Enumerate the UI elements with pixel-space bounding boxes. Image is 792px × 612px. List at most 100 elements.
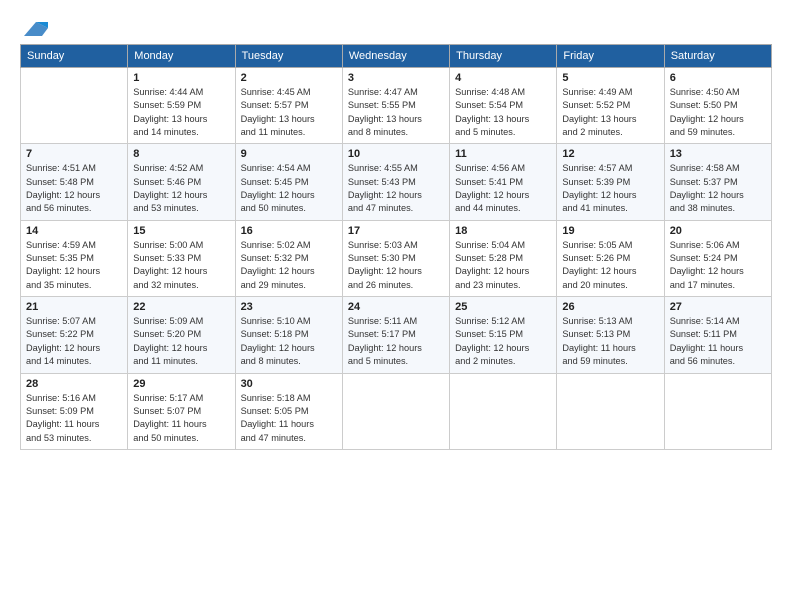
calendar-cell: 12 Sunrise: 4:57 AMSunset: 5:39 PMDayligh… bbox=[557, 144, 664, 220]
calendar-cell: 28 Sunrise: 5:16 AMSunset: 5:09 PMDayligh… bbox=[21, 373, 128, 449]
day-number: 1 bbox=[133, 72, 229, 84]
day-number: 5 bbox=[562, 72, 658, 84]
calendar-cell: 8 Sunrise: 4:52 AMSunset: 5:46 PMDaylight… bbox=[128, 144, 235, 220]
day-info: Sunrise: 5:07 AMSunset: 5:22 PMDaylight:… bbox=[26, 315, 122, 368]
weekday-header: Tuesday bbox=[235, 45, 342, 68]
logo-icon bbox=[22, 18, 50, 38]
weekday-header: Sunday bbox=[21, 45, 128, 68]
day-info: Sunrise: 5:02 AMSunset: 5:32 PMDaylight:… bbox=[241, 239, 337, 292]
day-info: Sunrise: 4:57 AMSunset: 5:39 PMDaylight:… bbox=[562, 162, 658, 215]
calendar-cell: 21 Sunrise: 5:07 AMSunset: 5:22 PMDayligh… bbox=[21, 297, 128, 373]
day-info: Sunrise: 5:09 AMSunset: 5:20 PMDaylight:… bbox=[133, 315, 229, 368]
calendar-cell: 26 Sunrise: 5:13 AMSunset: 5:13 PMDayligh… bbox=[557, 297, 664, 373]
day-info: Sunrise: 4:50 AMSunset: 5:50 PMDaylight:… bbox=[670, 86, 766, 139]
day-info: Sunrise: 5:10 AMSunset: 5:18 PMDaylight:… bbox=[241, 315, 337, 368]
calendar-cell: 25 Sunrise: 5:12 AMSunset: 5:15 PMDayligh… bbox=[450, 297, 557, 373]
day-info: Sunrise: 5:05 AMSunset: 5:26 PMDaylight:… bbox=[562, 239, 658, 292]
calendar-cell: 14 Sunrise: 4:59 AMSunset: 5:35 PMDayligh… bbox=[21, 220, 128, 296]
day-number: 20 bbox=[670, 225, 766, 237]
calendar-cell: 30Sunrise: 5:18 AMSunset: 5:05 PMDayligh… bbox=[235, 373, 342, 449]
day-number: 14 bbox=[26, 225, 122, 237]
day-info: Sunrise: 5:04 AMSunset: 5:28 PMDaylight:… bbox=[455, 239, 551, 292]
calendar-cell: 5 Sunrise: 4:49 AMSunset: 5:52 PMDaylight… bbox=[557, 68, 664, 144]
calendar-week-row: 7Sunrise: 4:51 AMSunset: 5:48 PMDaylight… bbox=[21, 144, 772, 220]
day-info: Sunrise: 5:03 AMSunset: 5:30 PMDaylight:… bbox=[348, 239, 444, 292]
day-info: Sunrise: 5:06 AMSunset: 5:24 PMDaylight:… bbox=[670, 239, 766, 292]
day-number: 16 bbox=[241, 225, 337, 237]
day-info: Sunrise: 4:52 AMSunset: 5:46 PMDaylight:… bbox=[133, 162, 229, 215]
calendar-table: SundayMondayTuesdayWednesdayThursdayFrid… bbox=[20, 44, 772, 450]
calendar-week-row: 28 Sunrise: 5:16 AMSunset: 5:09 PMDayligh… bbox=[21, 373, 772, 449]
calendar-cell: 16 Sunrise: 5:02 AMSunset: 5:32 PMDayligh… bbox=[235, 220, 342, 296]
day-number: 10 bbox=[348, 148, 444, 160]
logo bbox=[20, 18, 50, 34]
calendar-cell: 29Sunrise: 5:17 AMSunset: 5:07 PMDayligh… bbox=[128, 373, 235, 449]
calendar-cell: 10Sunrise: 4:55 AMSunset: 5:43 PMDayligh… bbox=[342, 144, 449, 220]
calendar-cell: 17 Sunrise: 5:03 AMSunset: 5:30 PMDayligh… bbox=[342, 220, 449, 296]
weekday-header: Thursday bbox=[450, 45, 557, 68]
calendar-cell: 11Sunrise: 4:56 AMSunset: 5:41 PMDayligh… bbox=[450, 144, 557, 220]
day-info: Sunrise: 5:16 AMSunset: 5:09 PMDaylight:… bbox=[26, 392, 122, 445]
weekday-header: Wednesday bbox=[342, 45, 449, 68]
day-info: Sunrise: 4:45 AMSunset: 5:57 PMDaylight:… bbox=[241, 86, 337, 139]
calendar-cell bbox=[21, 68, 128, 144]
calendar-cell bbox=[557, 373, 664, 449]
calendar-cell: 19 Sunrise: 5:05 AMSunset: 5:26 PMDayligh… bbox=[557, 220, 664, 296]
calendar-cell: 9Sunrise: 4:54 AMSunset: 5:45 PMDaylight… bbox=[235, 144, 342, 220]
calendar-cell: 13 Sunrise: 4:58 AMSunset: 5:37 PMDayligh… bbox=[664, 144, 771, 220]
calendar-cell: 4Sunrise: 4:48 AMSunset: 5:54 PMDaylight… bbox=[450, 68, 557, 144]
day-number: 30 bbox=[241, 378, 337, 390]
day-number: 9 bbox=[241, 148, 337, 160]
day-number: 2 bbox=[241, 72, 337, 84]
day-info: Sunrise: 5:17 AMSunset: 5:07 PMDaylight:… bbox=[133, 392, 229, 445]
calendar-cell: 3Sunrise: 4:47 AMSunset: 5:55 PMDaylight… bbox=[342, 68, 449, 144]
day-number: 13 bbox=[670, 148, 766, 160]
day-number: 25 bbox=[455, 301, 551, 313]
weekday-header: Friday bbox=[557, 45, 664, 68]
day-info: Sunrise: 4:58 AMSunset: 5:37 PMDaylight:… bbox=[670, 162, 766, 215]
calendar-cell: 27Sunrise: 5:14 AMSunset: 5:11 PMDayligh… bbox=[664, 297, 771, 373]
calendar-cell: 24 Sunrise: 5:11 AMSunset: 5:17 PMDayligh… bbox=[342, 297, 449, 373]
day-number: 21 bbox=[26, 301, 122, 313]
calendar-cell: 2 Sunrise: 4:45 AMSunset: 5:57 PMDaylight… bbox=[235, 68, 342, 144]
day-number: 17 bbox=[348, 225, 444, 237]
calendar-cell: 23 Sunrise: 5:10 AMSunset: 5:18 PMDayligh… bbox=[235, 297, 342, 373]
weekday-header: Saturday bbox=[664, 45, 771, 68]
calendar-cell: 7Sunrise: 4:51 AMSunset: 5:48 PMDaylight… bbox=[21, 144, 128, 220]
day-info: Sunrise: 5:00 AMSunset: 5:33 PMDaylight:… bbox=[133, 239, 229, 292]
day-number: 23 bbox=[241, 301, 337, 313]
day-number: 11 bbox=[455, 148, 551, 160]
day-number: 22 bbox=[133, 301, 229, 313]
calendar-week-row: 21 Sunrise: 5:07 AMSunset: 5:22 PMDayligh… bbox=[21, 297, 772, 373]
calendar-cell: 18Sunrise: 5:04 AMSunset: 5:28 PMDayligh… bbox=[450, 220, 557, 296]
day-info: Sunrise: 4:49 AMSunset: 5:52 PMDaylight:… bbox=[562, 86, 658, 139]
calendar-cell bbox=[342, 373, 449, 449]
day-info: Sunrise: 5:11 AMSunset: 5:17 PMDaylight:… bbox=[348, 315, 444, 368]
day-info: Sunrise: 5:12 AMSunset: 5:15 PMDaylight:… bbox=[455, 315, 551, 368]
day-number: 8 bbox=[133, 148, 229, 160]
calendar-cell: 1 Sunrise: 4:44 AMSunset: 5:59 PMDaylight… bbox=[128, 68, 235, 144]
day-number: 19 bbox=[562, 225, 658, 237]
calendar-cell: 20 Sunrise: 5:06 AMSunset: 5:24 PMDayligh… bbox=[664, 220, 771, 296]
day-number: 15 bbox=[133, 225, 229, 237]
day-number: 26 bbox=[562, 301, 658, 313]
calendar-cell bbox=[664, 373, 771, 449]
day-number: 28 bbox=[26, 378, 122, 390]
calendar-cell: 15 Sunrise: 5:00 AMSunset: 5:33 PMDayligh… bbox=[128, 220, 235, 296]
day-info: Sunrise: 4:44 AMSunset: 5:59 PMDaylight:… bbox=[133, 86, 229, 139]
day-number: 12 bbox=[562, 148, 658, 160]
calendar-week-row: 1 Sunrise: 4:44 AMSunset: 5:59 PMDaylight… bbox=[21, 68, 772, 144]
page-header bbox=[20, 18, 772, 34]
day-number: 4 bbox=[455, 72, 551, 84]
calendar-week-row: 14 Sunrise: 4:59 AMSunset: 5:35 PMDayligh… bbox=[21, 220, 772, 296]
day-number: 3 bbox=[348, 72, 444, 84]
weekday-header: Monday bbox=[128, 45, 235, 68]
calendar-cell: 22 Sunrise: 5:09 AMSunset: 5:20 PMDayligh… bbox=[128, 297, 235, 373]
day-info: Sunrise: 4:59 AMSunset: 5:35 PMDaylight:… bbox=[26, 239, 122, 292]
day-number: 6 bbox=[670, 72, 766, 84]
day-number: 27 bbox=[670, 301, 766, 313]
calendar-cell: 6 Sunrise: 4:50 AMSunset: 5:50 PMDaylight… bbox=[664, 68, 771, 144]
day-number: 24 bbox=[348, 301, 444, 313]
day-info: Sunrise: 4:51 AMSunset: 5:48 PMDaylight:… bbox=[26, 162, 122, 215]
day-info: Sunrise: 5:13 AMSunset: 5:13 PMDaylight:… bbox=[562, 315, 658, 368]
